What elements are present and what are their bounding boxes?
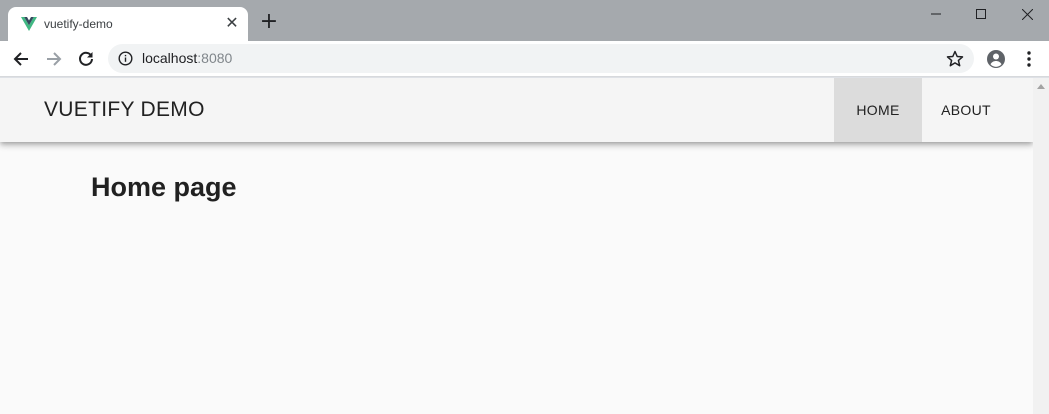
star-icon[interactable] <box>946 50 964 68</box>
browser-tab[interactable]: vuetify-demo ✕ <box>8 7 248 41</box>
browser-tabstrip: vuetify-demo ✕ + <box>0 0 1049 41</box>
app-bar: VUETIFY DEMO HOME ABOUT <box>0 78 1033 142</box>
tab-title: vuetify-demo <box>44 17 113 31</box>
nav-about-button[interactable]: ABOUT <box>922 78 1010 142</box>
close-icon <box>1021 8 1033 20</box>
url-text[interactable]: localhost:8080 <box>142 51 232 66</box>
browser-toolbar: localhost:8080 <box>0 41 1049 77</box>
nav-home-button[interactable]: HOME <box>834 78 922 142</box>
info-icon[interactable] <box>118 51 133 66</box>
new-tab-button[interactable]: + <box>259 11 279 33</box>
forward-button[interactable] <box>42 47 66 71</box>
reload-icon <box>79 51 93 66</box>
menu-icon[interactable] <box>1021 49 1037 69</box>
back-button[interactable] <box>9 47 33 71</box>
app-title: VUETIFY DEMO <box>44 98 205 121</box>
address-bar[interactable]: localhost:8080 <box>108 44 974 73</box>
page-viewport: VUETIFY DEMO HOME ABOUT Home page <box>0 78 1049 414</box>
vue-logo-icon <box>21 17 37 31</box>
window-close-button[interactable] <box>1004 0 1049 28</box>
back-arrow-icon <box>13 52 28 66</box>
url-host: localhost <box>142 50 198 66</box>
minimize-icon <box>931 13 941 15</box>
reload-button[interactable] <box>74 47 98 71</box>
vertical-scrollbar[interactable] <box>1033 78 1049 414</box>
url-port: :8080 <box>197 50 233 66</box>
forward-arrow-icon <box>47 52 62 66</box>
profile-icon[interactable] <box>986 49 1006 69</box>
tab-close-button[interactable]: ✕ <box>224 15 240 31</box>
maximize-icon <box>976 9 986 19</box>
minimize-button[interactable] <box>913 0 959 28</box>
maximize-button[interactable] <box>958 0 1004 28</box>
page-heading: Home page <box>91 172 237 202</box>
scroll-up-arrow-icon[interactable] <box>1037 84 1045 89</box>
